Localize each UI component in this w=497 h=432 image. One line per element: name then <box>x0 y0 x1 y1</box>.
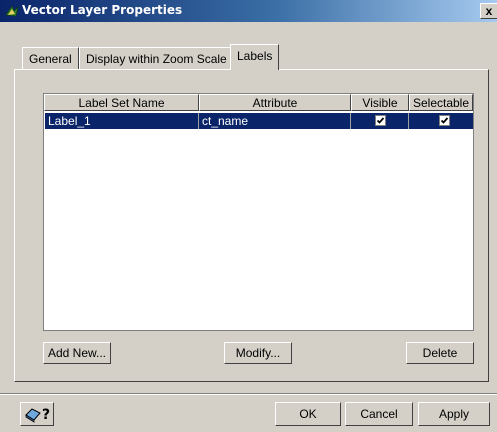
column-divider <box>350 113 351 129</box>
column-header-visible[interactable]: Visible <box>351 94 409 111</box>
cell-label-set-name: Label_1 <box>48 114 91 128</box>
close-button[interactable]: x <box>480 3 497 19</box>
delete-button[interactable]: Delete <box>406 342 474 364</box>
footer-divider <box>0 393 497 395</box>
visible-checkbox[interactable] <box>375 115 386 126</box>
cancel-button[interactable]: Cancel <box>345 402 413 426</box>
apply-button[interactable]: Apply <box>418 402 490 426</box>
column-divider <box>408 113 409 129</box>
column-header-selectable[interactable]: Selectable <box>409 94 473 111</box>
selectable-checkbox[interactable] <box>439 115 450 126</box>
tab-display-zoom-scale[interactable]: Display within Zoom Scale <box>79 47 234 70</box>
help-button[interactable]: ? <box>20 402 54 426</box>
cell-attribute: ct_name <box>202 114 249 128</box>
column-header-attribute[interactable]: Attribute <box>199 94 351 111</box>
column-header-label-set-name[interactable]: Label Set Name <box>44 94 199 111</box>
layer-icon <box>5 5 19 17</box>
checkmark-icon <box>376 117 385 124</box>
window-title: Vector Layer Properties <box>22 3 183 17</box>
column-divider <box>198 113 199 129</box>
tab-labels[interactable]: Labels <box>230 44 280 70</box>
label-sets-list[interactable]: Label Set Name Attribute Visible Selecta… <box>43 93 474 331</box>
table-row[interactable]: Label_1 ct_name <box>45 113 473 129</box>
add-new-button[interactable]: Add New... <box>43 342 111 364</box>
list-header: Label Set Name Attribute Visible Selecta… <box>44 94 473 112</box>
modify-button[interactable]: Modify... <box>224 342 292 364</box>
checkmark-icon <box>440 117 449 124</box>
ok-button[interactable]: OK <box>275 402 341 426</box>
title-bar: Vector Layer Properties x <box>0 0 497 22</box>
help-pointer-icon: ? <box>25 407 50 423</box>
svg-text:?: ? <box>42 407 50 423</box>
tab-general[interactable]: General <box>22 47 79 70</box>
